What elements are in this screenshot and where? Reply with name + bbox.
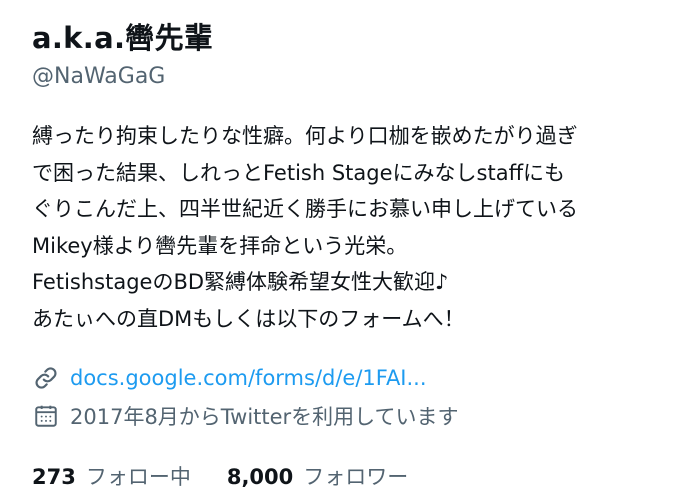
- followers-count: 8,000: [226, 465, 294, 489]
- bio-line: あたぃへの直DMもしくは以下のフォームへ！: [32, 306, 465, 331]
- calendar-icon: [32, 402, 60, 430]
- follow-stats: 273 フォロー中 8,000 フォロワー: [32, 461, 662, 491]
- following-count: 273: [32, 465, 76, 489]
- joined-date-row: 2017年8月からTwitterを利用しています: [32, 397, 662, 435]
- profile-bio: 縛ったり拘束したりな性癖。何より口枷を嵌めたがり過ぎ で困った結果、しれっとFe…: [32, 118, 662, 337]
- link-icon: [32, 364, 60, 392]
- bio-line: で困った結果、しれっとFetish Stageにみなしstaffにも: [32, 160, 566, 185]
- user-handle: @NaWaGaG: [32, 64, 166, 89]
- profile-header: a.k.a.轡先輩 @NaWaGaG 縛ったり拘束したりな性癖。何より口枷を嵌め…: [32, 18, 662, 491]
- bio-line: Mikey様より轡先輩を拝命という光栄。: [32, 233, 408, 258]
- followers-link[interactable]: 8,000 フォロワー: [227, 461, 408, 491]
- followers-label: フォロワー: [303, 465, 409, 489]
- bio-line: FetishstageのBD緊縛体験希望女性大歓迎♪: [32, 270, 449, 294]
- bio-line: ぐりこんだ上、四半世紀近く勝手にお慕い申し上げている: [32, 197, 578, 221]
- profile-meta: docs.google.com/forms/d/e/1FAI... 2017年8…: [32, 359, 662, 435]
- following-label: フォロー中: [85, 465, 191, 489]
- joined-date: 2017年8月からTwitterを利用しています: [70, 405, 459, 429]
- display-name: a.k.a.轡先輩: [32, 21, 214, 55]
- profile-link[interactable]: docs.google.com/forms/d/e/1FAI...: [70, 366, 427, 390]
- following-link[interactable]: 273 フォロー中: [32, 461, 191, 491]
- bio-line: 縛ったり拘束したりな性癖。何より口枷を嵌めたがり過ぎ: [32, 124, 578, 148]
- profile-link-row[interactable]: docs.google.com/forms/d/e/1FAI...: [32, 359, 662, 397]
